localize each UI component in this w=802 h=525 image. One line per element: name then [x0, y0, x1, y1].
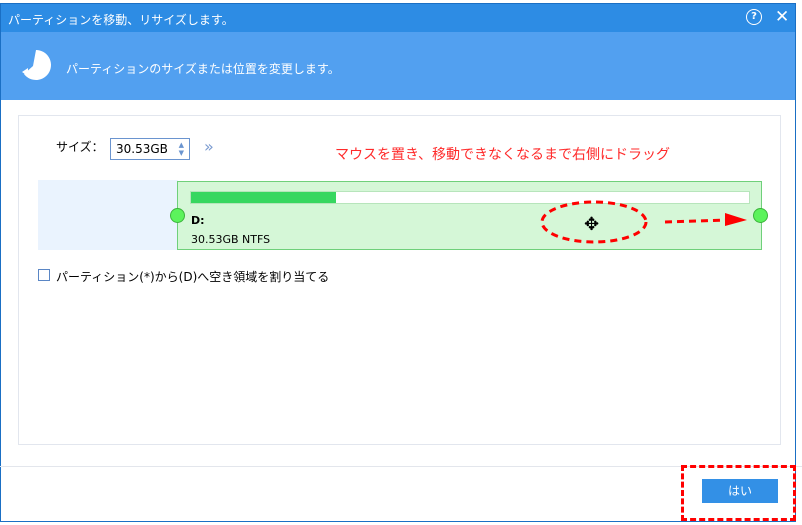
help-icon[interactable]: ?	[746, 9, 762, 25]
left-resize-handle[interactable]	[170, 208, 185, 223]
ok-highlight-annotation	[681, 465, 796, 521]
window-title: パーティションを移動、リサイズします。	[8, 13, 234, 27]
spinner-icon[interactable]: ▲ ▼	[179, 141, 184, 157]
drag-hint: マウスを置き、移動できなくなるまで右側にドラッグ	[335, 147, 671, 163]
usage-fill	[191, 192, 337, 203]
header-banner: パーティションのサイズまたは位置を変更します。	[1, 32, 795, 100]
header-text: パーティションのサイズまたは位置を変更します。	[66, 62, 340, 76]
title-bar: パーティションを移動、リサイズします。 ? ✕	[1, 4, 795, 32]
unallocated-space	[38, 180, 178, 250]
size-value: 30.53GB	[116, 142, 168, 156]
partition-letter: D:	[191, 214, 205, 227]
close-icon[interactable]: ✕	[775, 7, 789, 27]
partition-move-icon	[22, 50, 52, 80]
size-input[interactable]: 30.53GB ▲ ▼	[110, 138, 190, 160]
allocate-checkbox[interactable]	[38, 269, 50, 281]
allocate-checkbox-label: パーティション(*)から(D)へ空き領域を割り当てる	[56, 270, 330, 284]
partition-info: 30.53GB NTFS	[191, 233, 271, 246]
move-cursor-icon: ✥	[584, 214, 600, 235]
size-label: サイズ：	[56, 140, 104, 154]
double-chevron-icon[interactable]: »	[204, 137, 214, 156]
drag-annotation	[540, 200, 747, 244]
